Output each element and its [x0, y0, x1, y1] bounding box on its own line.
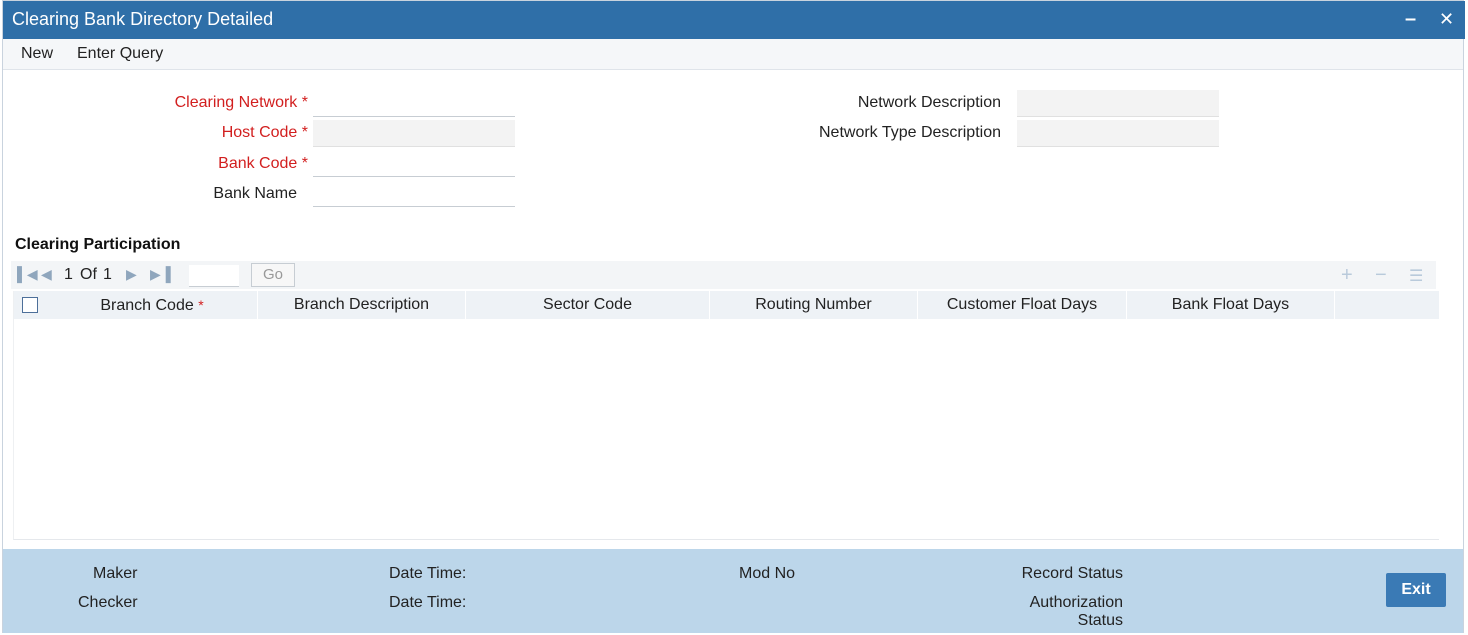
enter-query-menu-item[interactable]: Enter Query — [77, 45, 163, 63]
grid-header: Branch Code * Branch Description Sector … — [14, 291, 1439, 319]
network-description-input[interactable] — [1017, 90, 1219, 117]
exit-button[interactable]: Exit — [1386, 573, 1446, 607]
authorization-status-label-line1: Authorization — [1029, 594, 1123, 611]
single-view-icon[interactable]: ☰ — [1409, 266, 1423, 286]
menu-bar: New Enter Query — [3, 39, 1463, 70]
column-header-bank-float-days[interactable]: Bank Float Days — [1127, 291, 1335, 319]
host-code-input[interactable] — [313, 120, 515, 147]
checker-date-time-label: Date Time: — [389, 594, 467, 611]
maker-label: Maker — [93, 565, 138, 582]
audit-footer: Maker Checker Date Time: Date Time: Mod … — [3, 549, 1463, 633]
select-all-checkbox[interactable] — [22, 297, 38, 313]
authorization-status-label-line2: Status — [1077, 612, 1123, 629]
bank-code-label: Bank Code * — [218, 155, 308, 172]
of-label: Of — [80, 266, 97, 283]
close-icon[interactable]: ✕ — [1439, 7, 1454, 31]
pager: ▌◀ ◀ 1 Of 1 ▶ ▶▐ Go + − ☰ — [11, 261, 1436, 289]
network-description-label: Network Description — [857, 94, 1001, 111]
column-header-sector-code[interactable]: Sector Code — [466, 291, 710, 319]
first-page-icon[interactable]: ▌◀ — [17, 266, 38, 283]
go-button[interactable]: Go — [251, 263, 295, 287]
required-marker: * — [301, 94, 308, 111]
column-header-branch-description[interactable]: Branch Description — [258, 291, 466, 319]
network-type-description-label: Network Type Description — [819, 124, 1001, 141]
network-type-description-input[interactable] — [1017, 120, 1219, 147]
column-header-routing-number[interactable]: Routing Number — [710, 291, 918, 319]
host-code-label: Host Code * — [221, 124, 308, 141]
required-marker: * — [301, 155, 308, 172]
title-bar: Clearing Bank Directory Detailed – ✕ — [3, 1, 1465, 39]
record-status-label: Record Status — [1021, 565, 1123, 582]
participation-grid: Branch Code * Branch Description Sector … — [13, 291, 1439, 540]
column-header-customer-float-days[interactable]: Customer Float Days — [918, 291, 1127, 319]
mod-no-label: Mod No — [739, 565, 796, 582]
clearing-network-input[interactable] — [313, 90, 515, 117]
required-marker: * — [301, 124, 308, 141]
next-page-icon[interactable]: ▶ — [126, 266, 137, 283]
bank-name-input[interactable] — [313, 180, 515, 207]
delete-row-icon[interactable]: − — [1375, 264, 1387, 287]
new-menu-item[interactable]: New — [21, 45, 53, 63]
clearing-participation-title: Clearing Participation — [15, 236, 181, 253]
total-pages: 1 — [103, 266, 112, 283]
clearing-network-label: Clearing Network * — [174, 94, 308, 111]
add-row-icon[interactable]: + — [1341, 264, 1353, 287]
window-title: Clearing Bank Directory Detailed — [12, 9, 274, 29]
previous-page-icon[interactable]: ◀ — [41, 266, 52, 283]
bank-code-input[interactable] — [313, 150, 515, 177]
minimize-icon[interactable]: – — [1405, 7, 1416, 31]
bank-name-label: Bank Name — [213, 185, 297, 202]
required-marker: * — [198, 297, 204, 313]
maker-date-time-label: Date Time: — [389, 565, 467, 582]
page-number-input[interactable] — [189, 265, 239, 287]
last-page-icon[interactable]: ▶▐ — [150, 266, 171, 283]
checker-label: Checker — [78, 594, 138, 611]
window: Clearing Bank Directory Detailed – ✕ New… — [2, 0, 1465, 633]
current-page: 1 — [64, 266, 73, 283]
column-header-branch-code[interactable]: Branch Code * — [47, 291, 258, 319]
